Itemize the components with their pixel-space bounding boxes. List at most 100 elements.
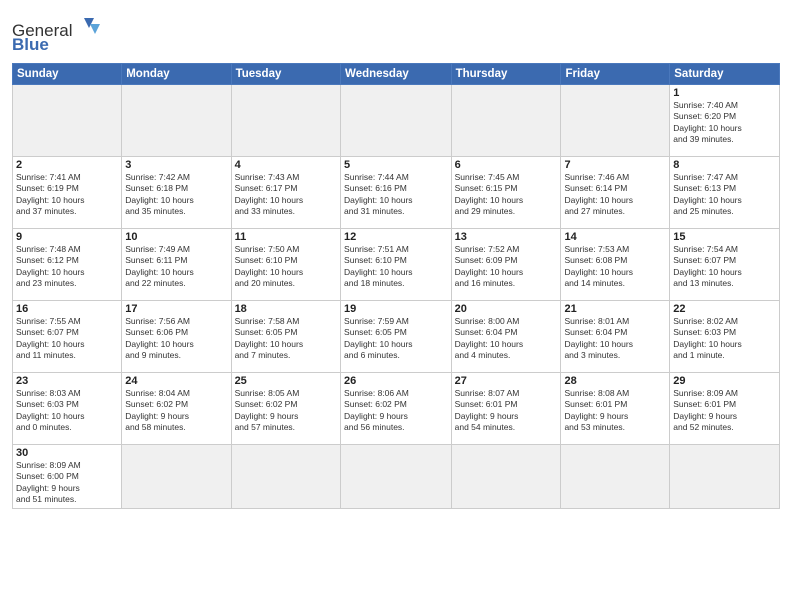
day-number: 30: [16, 447, 118, 459]
calendar-cell: 12Sunrise: 7:51 AM Sunset: 6:10 PM Dayli…: [341, 229, 452, 301]
day-info: Sunrise: 7:50 AM Sunset: 6:10 PM Dayligh…: [235, 244, 337, 290]
day-info: Sunrise: 8:00 AM Sunset: 6:04 PM Dayligh…: [455, 316, 558, 362]
calendar-week-row: 9Sunrise: 7:48 AM Sunset: 6:12 PM Daylig…: [13, 229, 780, 301]
logo: General Blue: [12, 14, 102, 57]
day-number: 6: [455, 159, 558, 171]
svg-text:Blue: Blue: [12, 35, 49, 52]
logo-icon: General Blue: [12, 14, 102, 52]
day-number: 22: [673, 303, 776, 315]
calendar-cell: [231, 445, 340, 509]
day-info: Sunrise: 7:47 AM Sunset: 6:13 PM Dayligh…: [673, 172, 776, 218]
day-info: Sunrise: 8:05 AM Sunset: 6:02 PM Dayligh…: [235, 388, 337, 434]
calendar-week-row: 2Sunrise: 7:41 AM Sunset: 6:19 PM Daylig…: [13, 157, 780, 229]
day-info: Sunrise: 8:09 AM Sunset: 6:01 PM Dayligh…: [673, 388, 776, 434]
day-number: 27: [455, 375, 558, 387]
page: General Blue SundayMondayTuesdayWednesda…: [0, 0, 792, 612]
day-number: 24: [125, 375, 227, 387]
calendar-cell: 18Sunrise: 7:58 AM Sunset: 6:05 PM Dayli…: [231, 301, 340, 373]
calendar-cell: 20Sunrise: 8:00 AM Sunset: 6:04 PM Dayli…: [451, 301, 561, 373]
day-info: Sunrise: 7:41 AM Sunset: 6:19 PM Dayligh…: [16, 172, 118, 218]
calendar-cell: 29Sunrise: 8:09 AM Sunset: 6:01 PM Dayli…: [670, 373, 780, 445]
day-info: Sunrise: 7:42 AM Sunset: 6:18 PM Dayligh…: [125, 172, 227, 218]
day-number: 1: [673, 87, 776, 99]
calendar-cell: 1Sunrise: 7:40 AM Sunset: 6:20 PM Daylig…: [670, 85, 780, 157]
day-number: 4: [235, 159, 337, 171]
day-info: Sunrise: 8:04 AM Sunset: 6:02 PM Dayligh…: [125, 388, 227, 434]
calendar-cell: 25Sunrise: 8:05 AM Sunset: 6:02 PM Dayli…: [231, 373, 340, 445]
day-info: Sunrise: 8:02 AM Sunset: 6:03 PM Dayligh…: [673, 316, 776, 362]
calendar-cell: 15Sunrise: 7:54 AM Sunset: 6:07 PM Dayli…: [670, 229, 780, 301]
calendar-cell: [122, 85, 231, 157]
calendar-cell: [561, 445, 670, 509]
day-info: Sunrise: 7:53 AM Sunset: 6:08 PM Dayligh…: [564, 244, 666, 290]
day-number: 8: [673, 159, 776, 171]
calendar-cell: [451, 85, 561, 157]
weekday-header-row: SundayMondayTuesdayWednesdayThursdayFrid…: [13, 64, 780, 85]
day-info: Sunrise: 7:58 AM Sunset: 6:05 PM Dayligh…: [235, 316, 337, 362]
calendar-cell: [451, 445, 561, 509]
calendar-cell: [670, 445, 780, 509]
calendar-cell: 24Sunrise: 8:04 AM Sunset: 6:02 PM Dayli…: [122, 373, 231, 445]
weekday-header-friday: Friday: [561, 64, 670, 85]
calendar-week-row: 30Sunrise: 8:09 AM Sunset: 6:00 PM Dayli…: [13, 445, 780, 509]
day-info: Sunrise: 8:06 AM Sunset: 6:02 PM Dayligh…: [344, 388, 448, 434]
day-info: Sunrise: 7:54 AM Sunset: 6:07 PM Dayligh…: [673, 244, 776, 290]
day-number: 12: [344, 231, 448, 243]
calendar-cell: 6Sunrise: 7:45 AM Sunset: 6:15 PM Daylig…: [451, 157, 561, 229]
day-info: Sunrise: 7:40 AM Sunset: 6:20 PM Dayligh…: [673, 100, 776, 146]
day-info: Sunrise: 7:59 AM Sunset: 6:05 PM Dayligh…: [344, 316, 448, 362]
day-number: 21: [564, 303, 666, 315]
calendar-cell: 4Sunrise: 7:43 AM Sunset: 6:17 PM Daylig…: [231, 157, 340, 229]
calendar-cell: 19Sunrise: 7:59 AM Sunset: 6:05 PM Dayli…: [341, 301, 452, 373]
calendar-cell: [561, 85, 670, 157]
calendar-cell: 16Sunrise: 7:55 AM Sunset: 6:07 PM Dayli…: [13, 301, 122, 373]
day-number: 7: [564, 159, 666, 171]
weekday-header-thursday: Thursday: [451, 64, 561, 85]
day-info: Sunrise: 7:55 AM Sunset: 6:07 PM Dayligh…: [16, 316, 118, 362]
calendar-cell: [13, 85, 122, 157]
calendar-cell: 30Sunrise: 8:09 AM Sunset: 6:00 PM Dayli…: [13, 445, 122, 509]
calendar-cell: 9Sunrise: 7:48 AM Sunset: 6:12 PM Daylig…: [13, 229, 122, 301]
day-info: Sunrise: 7:51 AM Sunset: 6:10 PM Dayligh…: [344, 244, 448, 290]
day-info: Sunrise: 7:44 AM Sunset: 6:16 PM Dayligh…: [344, 172, 448, 218]
day-number: 13: [455, 231, 558, 243]
calendar-cell: 26Sunrise: 8:06 AM Sunset: 6:02 PM Dayli…: [341, 373, 452, 445]
day-number: 28: [564, 375, 666, 387]
day-number: 29: [673, 375, 776, 387]
day-number: 18: [235, 303, 337, 315]
day-number: 19: [344, 303, 448, 315]
day-info: Sunrise: 7:43 AM Sunset: 6:17 PM Dayligh…: [235, 172, 337, 218]
day-number: 26: [344, 375, 448, 387]
calendar-cell: 10Sunrise: 7:49 AM Sunset: 6:11 PM Dayli…: [122, 229, 231, 301]
logo-text: General Blue: [12, 14, 102, 57]
calendar-week-row: 1Sunrise: 7:40 AM Sunset: 6:20 PM Daylig…: [13, 85, 780, 157]
day-info: Sunrise: 8:01 AM Sunset: 6:04 PM Dayligh…: [564, 316, 666, 362]
day-info: Sunrise: 8:03 AM Sunset: 6:03 PM Dayligh…: [16, 388, 118, 434]
calendar-cell: 7Sunrise: 7:46 AM Sunset: 6:14 PM Daylig…: [561, 157, 670, 229]
day-info: Sunrise: 8:08 AM Sunset: 6:01 PM Dayligh…: [564, 388, 666, 434]
weekday-header-monday: Monday: [122, 64, 231, 85]
calendar-cell: 5Sunrise: 7:44 AM Sunset: 6:16 PM Daylig…: [341, 157, 452, 229]
calendar-cell: 8Sunrise: 7:47 AM Sunset: 6:13 PM Daylig…: [670, 157, 780, 229]
day-info: Sunrise: 7:49 AM Sunset: 6:11 PM Dayligh…: [125, 244, 227, 290]
day-number: 23: [16, 375, 118, 387]
day-info: Sunrise: 8:07 AM Sunset: 6:01 PM Dayligh…: [455, 388, 558, 434]
day-info: Sunrise: 7:52 AM Sunset: 6:09 PM Dayligh…: [455, 244, 558, 290]
weekday-header-wednesday: Wednesday: [341, 64, 452, 85]
calendar-cell: 13Sunrise: 7:52 AM Sunset: 6:09 PM Dayli…: [451, 229, 561, 301]
calendar-cell: [341, 85, 452, 157]
weekday-header-saturday: Saturday: [670, 64, 780, 85]
calendar-cell: [122, 445, 231, 509]
day-number: 10: [125, 231, 227, 243]
calendar-cell: 14Sunrise: 7:53 AM Sunset: 6:08 PM Dayli…: [561, 229, 670, 301]
calendar-cell: 21Sunrise: 8:01 AM Sunset: 6:04 PM Dayli…: [561, 301, 670, 373]
calendar-cell: 2Sunrise: 7:41 AM Sunset: 6:19 PM Daylig…: [13, 157, 122, 229]
header: General Blue: [12, 10, 780, 57]
day-number: 25: [235, 375, 337, 387]
day-info: Sunrise: 7:46 AM Sunset: 6:14 PM Dayligh…: [564, 172, 666, 218]
calendar-cell: 27Sunrise: 8:07 AM Sunset: 6:01 PM Dayli…: [451, 373, 561, 445]
weekday-header-tuesday: Tuesday: [231, 64, 340, 85]
day-number: 15: [673, 231, 776, 243]
calendar-cell: 22Sunrise: 8:02 AM Sunset: 6:03 PM Dayli…: [670, 301, 780, 373]
calendar-cell: 11Sunrise: 7:50 AM Sunset: 6:10 PM Dayli…: [231, 229, 340, 301]
